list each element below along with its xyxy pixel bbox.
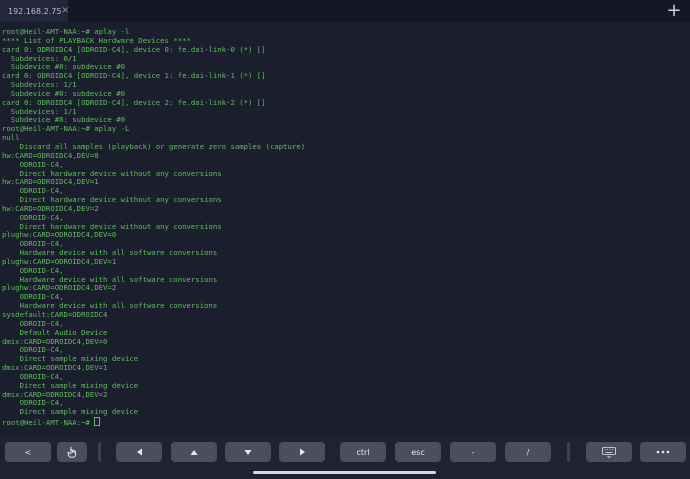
terminal-line: Hardware device with all software conver…: [19, 274, 218, 284]
triangle-down-icon: [244, 449, 252, 456]
terminal-line: ODROID-C4,: [19, 345, 64, 355]
back-key[interactable]: <: [5, 442, 51, 462]
terminal-line: ODROID-C4,: [19, 239, 64, 249]
terminal-line: root@Heil-AMT-NAA:~# aplay -L: [2, 124, 130, 134]
esc-key[interactable]: esc: [395, 442, 441, 462]
touch-gesture-key[interactable]: [57, 442, 87, 462]
terminal-line: plughw:CARD=ODROIDC4,DEV=2: [2, 283, 117, 293]
terminal-line: Direct sample mixing device: [19, 354, 139, 364]
terminal-line: ODROID-C4,: [19, 398, 64, 408]
close-icon[interactable]: ✕: [61, 6, 69, 16]
triangle-left-icon: [136, 448, 143, 456]
ctrl-key[interactable]: ctrl: [340, 442, 386, 462]
terminal-line: Discard all samples (playback) or genera…: [19, 141, 306, 151]
terminal-line: card 0: ODROIDC4 [ODROID-C4], device 2: …: [2, 97, 266, 107]
tab-bar: 192.168.2.75 ✕ +: [0, 0, 690, 22]
terminal-line: Subdevices: 1/1: [10, 106, 77, 116]
arrow-right-key[interactable]: [279, 442, 325, 462]
terminal-line: Subdevice #0: subdevice #0: [10, 62, 126, 72]
terminal-line: null: [2, 133, 20, 143]
hand-pointer-icon: [66, 446, 78, 458]
terminal-line: dmix:CARD=ODROIDC4,DEV=0: [2, 336, 108, 346]
terminal-line: Subdevice #0: subdevice #0: [10, 115, 126, 125]
arrow-down-key[interactable]: [225, 442, 271, 462]
terminal-line: hw:CARD=ODROIDC4,DEV=1: [2, 177, 99, 187]
terminal-line: card 0: ODROIDC4 [ODROID-C4], device 1: …: [2, 71, 266, 81]
more-key[interactable]: [640, 442, 686, 462]
terminal-line: Subdevice #0: subdevice #0: [10, 88, 126, 98]
terminal-line: ODROID-C4,: [19, 265, 64, 275]
terminal-line: hw:CARD=ODROIDC4,DEV=2: [2, 203, 99, 213]
terminal-line: hw:CARD=ODROIDC4,DEV=0: [2, 150, 99, 160]
arrow-left-key[interactable]: [116, 442, 162, 462]
triangle-right-icon: [299, 448, 306, 456]
terminal-line: ODROID-C4,: [19, 159, 64, 169]
terminal-line: Direct hardware device without any conve…: [19, 168, 222, 178]
terminal-output[interactable]: root@Heil-AMT-NAA:~# aplay -l **** List …: [2, 27, 688, 430]
arrow-up-key[interactable]: [171, 442, 217, 462]
slash-key[interactable]: /: [505, 442, 551, 462]
terminal-line: Hardware device with all software conver…: [19, 248, 218, 258]
terminal-line: Direct hardware device without any conve…: [19, 195, 222, 205]
terminal-line: Hardware device with all software conver…: [19, 301, 218, 311]
terminal-line: plughw:CARD=ODROIDC4,DEV=0: [2, 230, 117, 240]
terminal-line: card 0: ODROIDC4 [ODROID-C4], device 0: …: [2, 44, 266, 54]
plus-icon[interactable]: +: [662, 0, 686, 22]
terminal-line: ODROID-C4,: [19, 292, 64, 302]
terminal-line: dmix:CARD=ODROIDC4,DEV=2: [2, 389, 108, 399]
triangle-up-icon: [190, 449, 198, 456]
terminal-line: ODROID-C4,: [19, 212, 64, 222]
terminal-line: dmix:CARD=ODROIDC4,DEV=1: [2, 363, 108, 373]
keyboard-dismiss-icon: [602, 446, 616, 458]
tab-session[interactable]: 192.168.2.75 ✕: [0, 0, 69, 22]
terminal-line: sysdefault:CARD=ODROIDC4: [2, 310, 108, 319]
terminal-line: Direct sample mixing device: [19, 380, 139, 390]
terminal-cursor: [94, 417, 101, 427]
terminal-line: ODROID-C4,: [19, 371, 64, 381]
hide-keyboard-key[interactable]: [586, 442, 632, 462]
terminal-line: Direct hardware device without any conve…: [19, 221, 222, 231]
terminal-line: plughw:CARD=ODROIDC4,DEV=1: [2, 256, 117, 266]
tab-title: 192.168.2.75: [8, 6, 62, 16]
minus-key[interactable]: -: [450, 442, 496, 462]
keybar-divider: [567, 442, 570, 462]
terminal-line: **** List of PLAYBACK Hardware Devices *…: [2, 35, 191, 45]
terminal-lines: root@Heil-AMT-NAA:~# aplay -l **** List …: [2, 27, 305, 416]
terminal-line: Subdevices: 0/1: [10, 53, 77, 63]
terminal-line: ODROID-C4,: [19, 186, 64, 196]
keybar-divider: [98, 442, 101, 462]
terminal-line: root@Heil-AMT-NAA:~# aplay -l: [2, 27, 130, 36]
terminal-line: ODROID-C4,: [19, 318, 64, 328]
terminal-prompt: root@Heil-AMT-NAA:~#: [2, 418, 95, 428]
more-dots-icon: [656, 450, 670, 454]
home-indicator[interactable]: [253, 471, 436, 474]
terminal-line: Subdevices: 1/1: [10, 80, 77, 90]
terminal-line: Default Audio Device: [19, 327, 108, 337]
terminal-line: Direct sample mixing device: [19, 407, 139, 417]
